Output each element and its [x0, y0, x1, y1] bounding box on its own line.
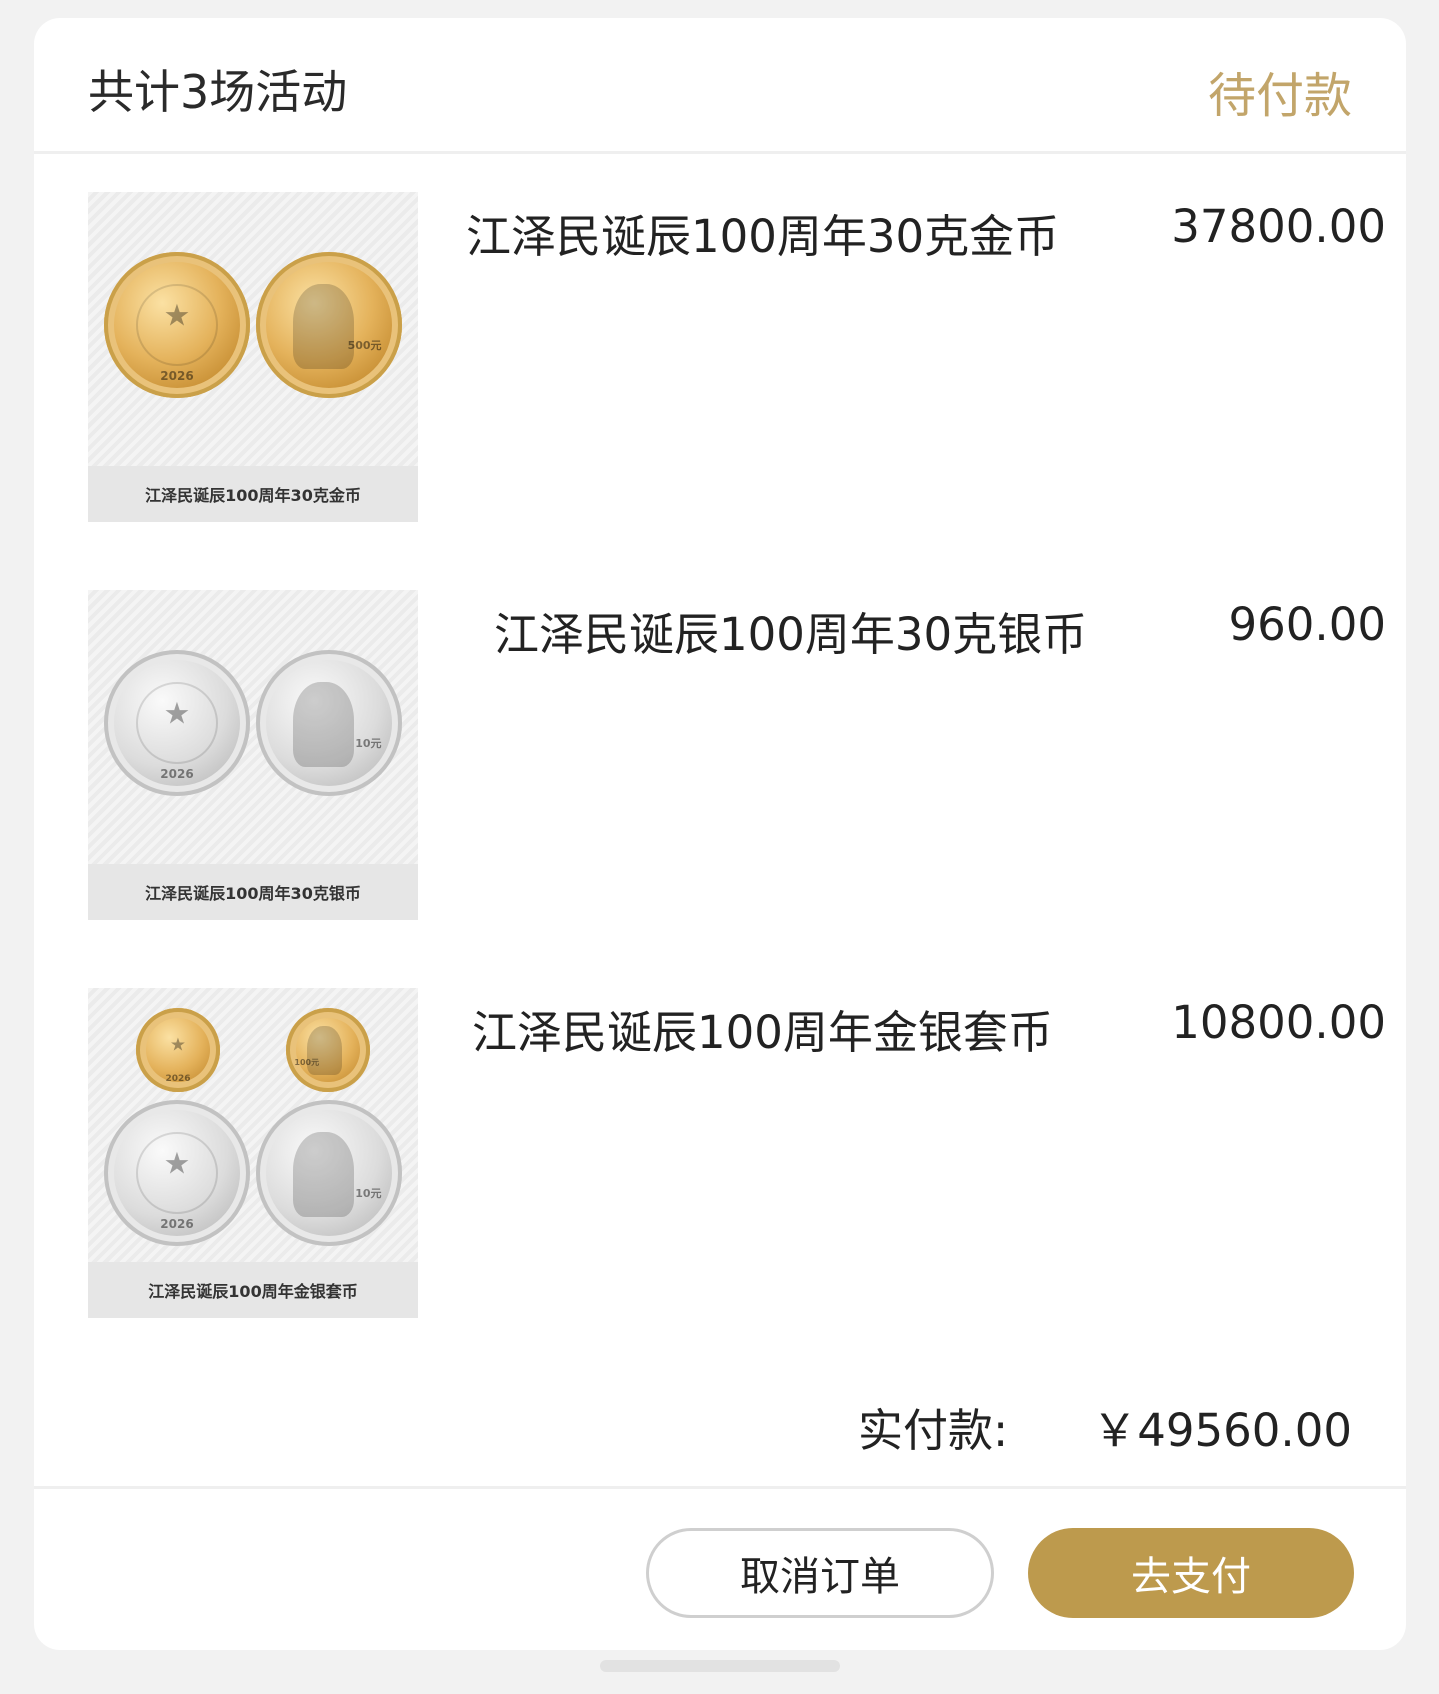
- coin-obverse-gold: ★ 2026: [136, 1008, 220, 1092]
- image-caption-bar: 江泽民诞辰100周年30克金币: [88, 466, 418, 522]
- product-image[interactable]: ★ 2026 10元 江泽民诞辰100周年30克银币: [88, 590, 418, 920]
- order-header: 共计3场活动 待付款: [34, 18, 1406, 154]
- image-caption: 江泽民诞辰100周年金银套币: [148, 1282, 358, 1301]
- pay-button[interactable]: 去支付: [1028, 1528, 1354, 1618]
- total-label: 实付款:: [858, 1404, 1009, 1457]
- divider: [34, 1486, 1406, 1489]
- national-emblem-icon: ★: [163, 696, 191, 732]
- coin-obverse-gold: ★ 2026: [104, 252, 250, 398]
- portrait-icon: [292, 682, 354, 767]
- coin-denomination: 500元: [347, 338, 382, 352]
- item-name[interactable]: 江泽民诞辰100周年30克金币: [466, 200, 1059, 265]
- coin-year: 2026: [160, 767, 194, 782]
- item-name[interactable]: 江泽民诞辰100周年金银套币: [472, 996, 1053, 1061]
- item-price: 960.00: [1228, 598, 1386, 651]
- coin-denomination: 100元: [294, 1057, 320, 1067]
- coin-year: 2026: [160, 1217, 194, 1232]
- total-amount: ￥49560.00: [1092, 1404, 1352, 1457]
- coin-reverse-silver: 10元: [256, 650, 402, 796]
- order-item[interactable]: ★ 2026 10元 江泽民诞辰100周年30克银币 江泽民诞辰100周年30克…: [88, 590, 1386, 920]
- coin-obverse-silver: ★ 2026: [104, 1100, 250, 1246]
- order-card: 共计3场活动 待付款 ★ 2026 500元 江泽民诞辰100周年30克金币 江…: [34, 18, 1406, 1650]
- product-image[interactable]: ★ 2026 100元 ★ 2026 10元 江泽民诞辰100周年金银套币: [88, 988, 418, 1318]
- coin-reverse-gold: 500元: [256, 252, 402, 398]
- national-emblem-icon: ★: [163, 1146, 191, 1182]
- coin-reverse-silver: 10元: [256, 1100, 402, 1246]
- national-emblem-icon: ★: [169, 1034, 187, 1056]
- image-caption-bar: 江泽民诞辰100周年金银套币: [88, 1262, 418, 1318]
- portrait-icon: [292, 284, 354, 369]
- coin-denomination: 10元: [355, 1186, 382, 1200]
- product-image[interactable]: ★ 2026 500元 江泽民诞辰100周年30克金币: [88, 192, 418, 522]
- coin-reverse-gold: 100元: [286, 1008, 370, 1092]
- image-caption: 江泽民诞辰100周年30克银币: [145, 884, 361, 903]
- national-emblem-icon: ★: [163, 298, 191, 334]
- portrait-icon: [292, 1132, 354, 1217]
- item-price: 10800.00: [1171, 996, 1386, 1049]
- image-caption: 江泽民诞辰100周年30克金币: [145, 486, 361, 505]
- order-item[interactable]: ★ 2026 500元 江泽民诞辰100周年30克金币 江泽民诞辰100周年30…: [88, 192, 1386, 522]
- item-name[interactable]: 江泽民诞辰100周年30克银币: [494, 598, 1087, 663]
- activity-count-title: 共计3场活动: [88, 65, 348, 119]
- coin-year: 2026: [160, 369, 194, 384]
- cancel-order-button[interactable]: 取消订单: [646, 1528, 994, 1618]
- item-price: 37800.00: [1171, 200, 1386, 253]
- portrait-icon: [307, 1026, 343, 1076]
- coin-year: 2026: [165, 1073, 191, 1084]
- home-indicator[interactable]: [600, 1660, 840, 1672]
- order-status-badge: 待付款: [1207, 68, 1352, 124]
- order-item[interactable]: ★ 2026 100元 ★ 2026 10元 江泽民诞辰100周年金银套币 江泽…: [88, 988, 1386, 1318]
- coin-denomination: 10元: [355, 736, 382, 750]
- coin-obverse-silver: ★ 2026: [104, 650, 250, 796]
- image-caption-bar: 江泽民诞辰100周年30克银币: [88, 864, 418, 920]
